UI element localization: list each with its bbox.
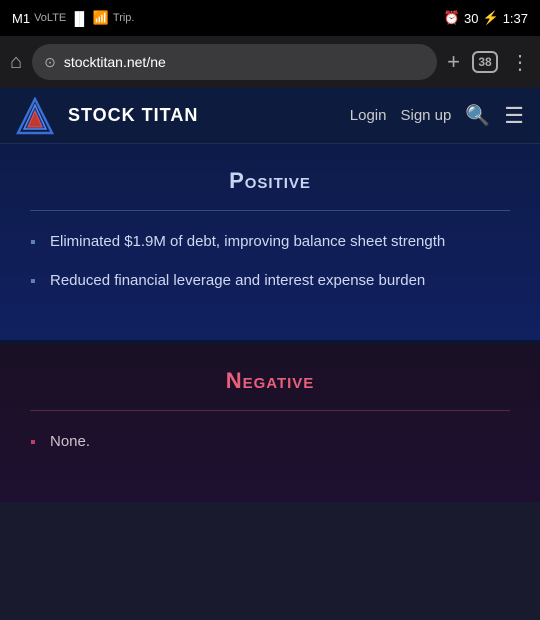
trip-label: Trip. — [113, 12, 135, 24]
logo-text: STOCK TITAN — [68, 105, 336, 126]
content-area: Positive Eliminated $1.9M of debt, impro… — [0, 144, 540, 620]
signup-button[interactable]: Sign up — [400, 107, 451, 124]
browser-bar: ⌂ ⊙ stocktitan.net/ne + 38 ⋮ — [0, 36, 540, 88]
home-button[interactable]: ⌂ — [10, 51, 22, 74]
status-bar: M1 VoLTE ▐▌ 📶 Trip. ⏰ 30 ⚡ 1:37 — [0, 0, 540, 36]
positive-list: Eliminated $1.9M of debt, improving bala… — [30, 231, 510, 292]
positive-title: Positive — [30, 168, 510, 194]
browser-actions: + 38 ⋮ — [447, 49, 530, 75]
url-text: stocktitan.net/ne — [64, 54, 166, 70]
search-button[interactable]: 🔍 — [465, 103, 490, 128]
browser-menu-button[interactable]: ⋮ — [510, 50, 530, 75]
charging-icon: ⚡ — [483, 10, 499, 26]
url-security-icon: ⊙ — [44, 54, 56, 71]
logo-icon — [16, 97, 54, 135]
negative-title: Negative — [30, 368, 510, 394]
time-label: 1:37 — [503, 11, 528, 26]
menu-button[interactable]: ☰ — [504, 103, 524, 129]
positive-section: Positive Eliminated $1.9M of debt, impro… — [0, 144, 540, 344]
login-button[interactable]: Login — [350, 107, 387, 124]
negative-divider — [30, 410, 510, 411]
nav-bar: STOCK TITAN Login Sign up 🔍 ☰ — [0, 88, 540, 144]
status-right: ⏰ 30 ⚡ 1:37 — [444, 10, 528, 26]
negative-item-1: None. — [30, 431, 510, 454]
tab-count-button[interactable]: 38 — [472, 51, 498, 73]
carrier-label: M1 — [12, 11, 30, 26]
battery-label: 30 — [464, 11, 478, 26]
positive-divider — [30, 210, 510, 211]
negative-title-text: Negative — [226, 368, 315, 393]
url-bar[interactable]: ⊙ stocktitan.net/ne — [32, 44, 437, 80]
network-label: VoLTE — [34, 12, 66, 24]
signal-icon: ▐▌ — [70, 11, 88, 26]
negative-list: None. — [30, 431, 510, 454]
alarm-icon: ⏰ — [444, 10, 460, 26]
wifi-icon: 📶 — [93, 10, 109, 26]
positive-title-text: Positive — [229, 168, 311, 193]
negative-section: Negative None. — [0, 344, 540, 502]
add-tab-button[interactable]: + — [447, 49, 460, 75]
positive-item-1: Eliminated $1.9M of debt, improving bala… — [30, 231, 510, 254]
status-left: M1 VoLTE ▐▌ 📶 Trip. — [12, 10, 134, 26]
positive-item-2: Reduced financial leverage and interest … — [30, 270, 510, 293]
